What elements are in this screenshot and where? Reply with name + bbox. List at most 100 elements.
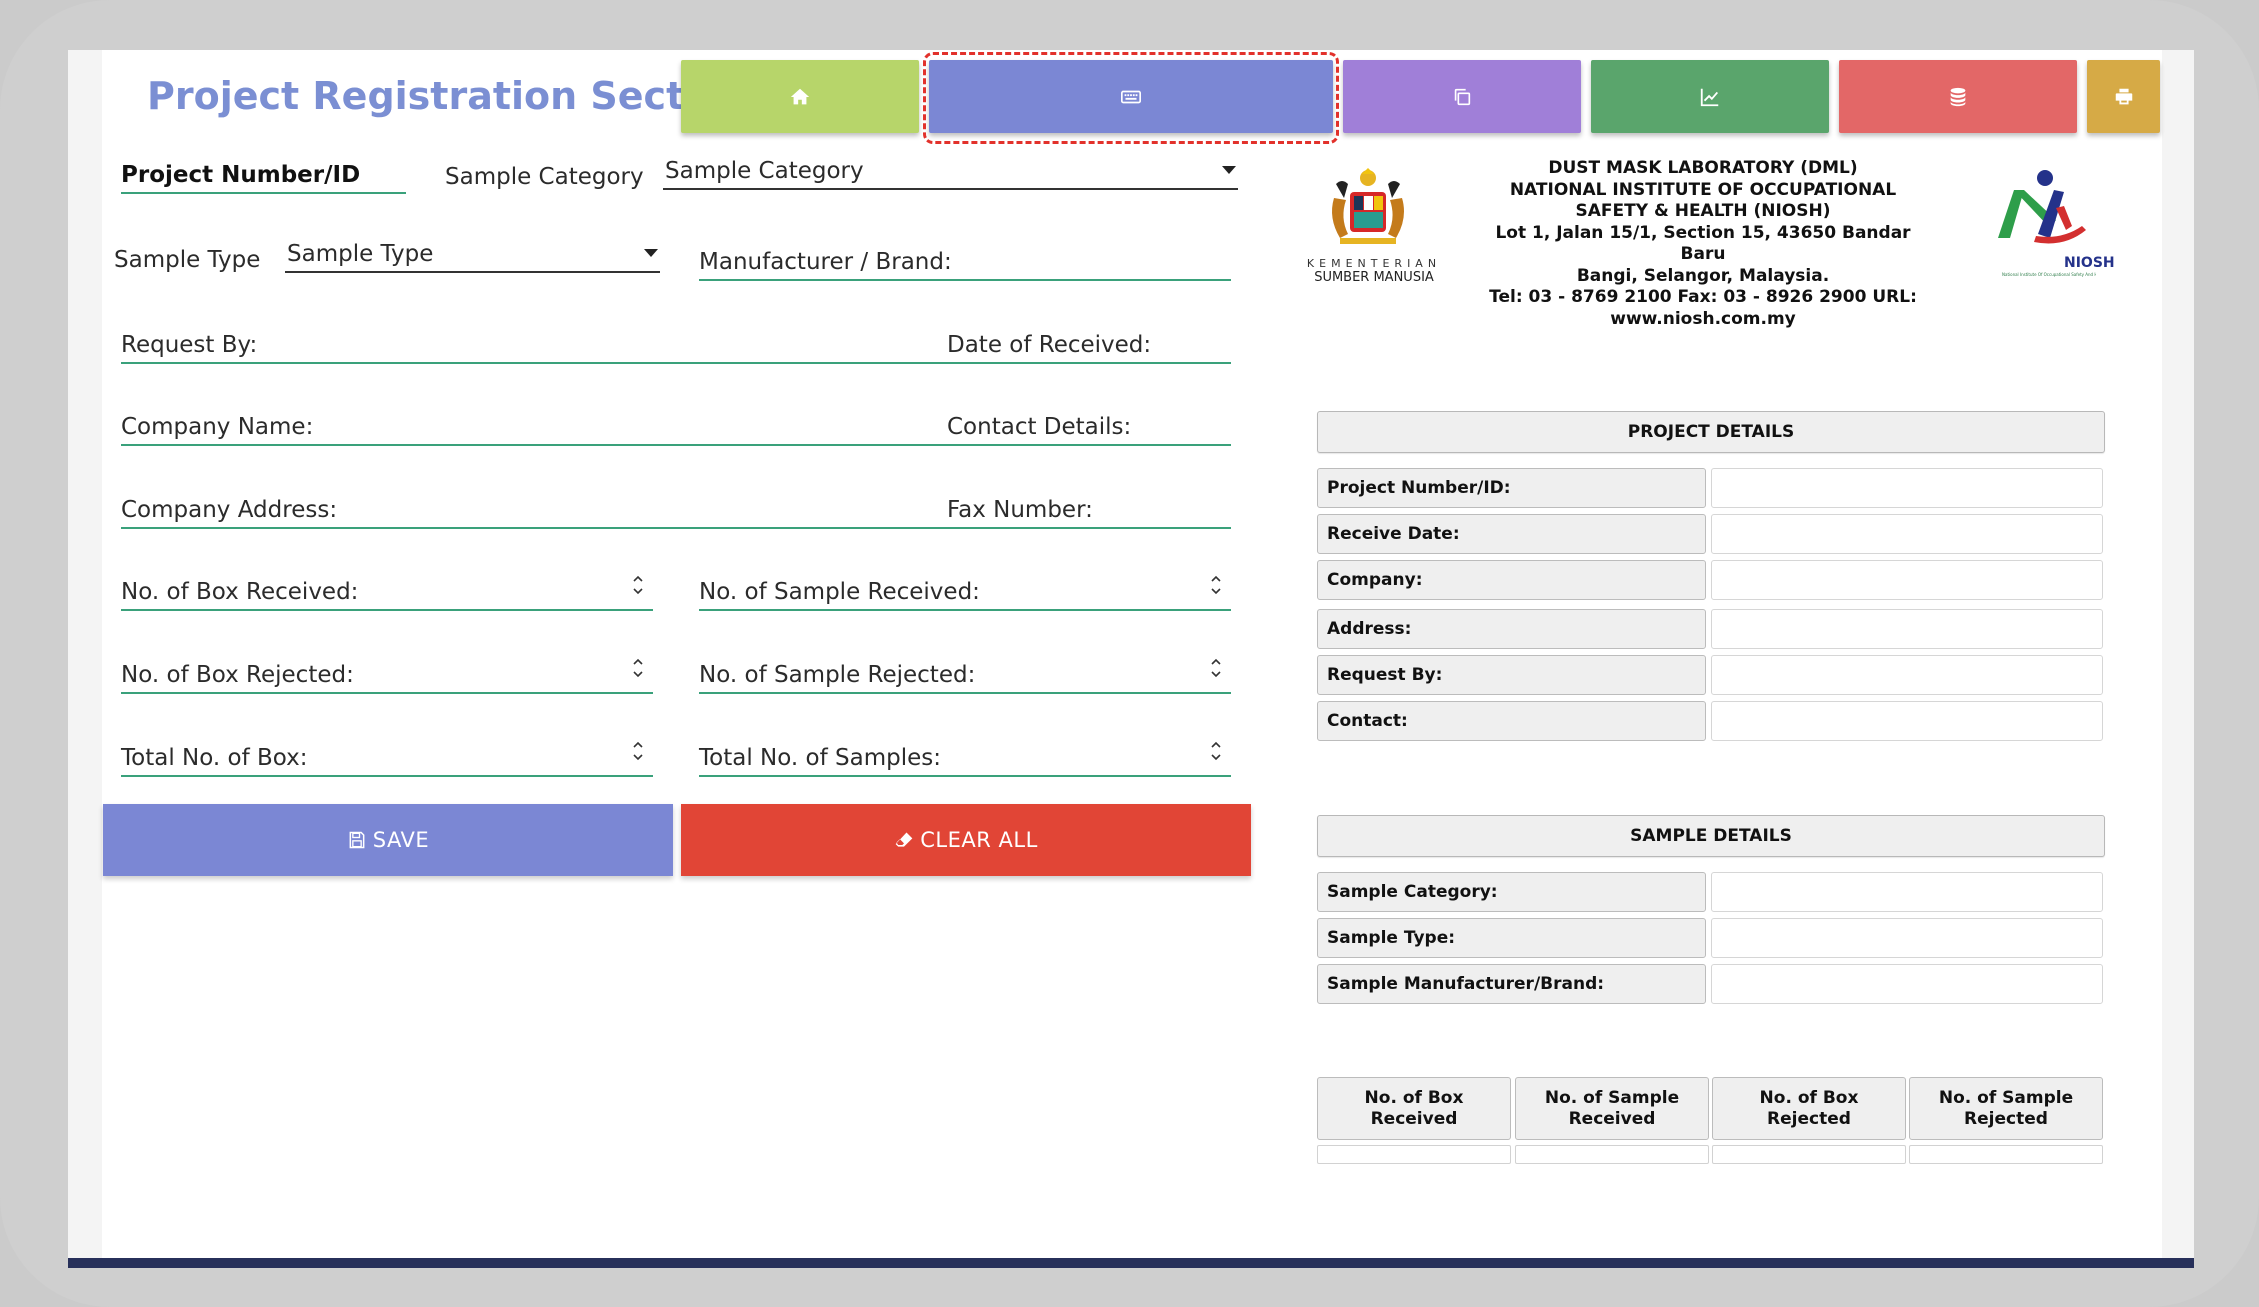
page-title: Project Registration Section [147,74,751,118]
print-icon [2115,88,2132,104]
left-gutter [68,50,102,1268]
sample-rejected-label: No. of Sample Rejected: [699,662,976,688]
contact-details-label: Contact Details: [947,414,1132,440]
company-name-field[interactable]: Company Name: [121,406,970,446]
manufacturer-brand-field[interactable]: Manufacturer / Brand: [699,241,1231,281]
chart-line-icon [1700,88,1719,106]
save-button[interactable]: SAVE [103,804,673,876]
save-label: SAVE [372,828,430,852]
floppy-disk-icon [349,831,365,849]
clear-all-button[interactable]: CLEAR ALL [681,804,1251,876]
request-by-label: Request By: [121,332,258,358]
project-number-field[interactable]: Project Number/ID [121,154,406,194]
nav-chart-button[interactable] [1591,60,1829,133]
sample-category-value: Sample Category [665,158,864,184]
sample-received-column-header: No. of Sample Received [1515,1077,1709,1140]
date-received-field[interactable]: Date of Received: [947,324,1231,364]
contact-row-value [1711,701,2103,741]
sample-manufacturer-row-value [1711,964,2103,1004]
sample-type-value: Sample Type [287,241,434,267]
box-received-field[interactable]: No. of Box Received: [121,571,653,611]
receive-date-row-label: Receive Date: [1317,514,1706,554]
project-details-header: PROJECT DETAILS [1317,411,2105,453]
manufacturer-brand-label: Manufacturer / Brand: [699,249,952,275]
total-samples-field[interactable]: Total No. of Samples: [699,737,1231,777]
home-icon [790,88,810,104]
right-gutter [2162,50,2194,1268]
ministry-line2: SUMBER MANUSIA [1314,270,1434,285]
screen-bottom-edge [68,1258,2194,1268]
keyboard-icon [1121,90,1141,103]
nav-database-button[interactable] [1839,60,2077,133]
sample-category-row-value [1711,872,2103,912]
spinner-icon[interactable] [1209,737,1223,765]
nav-home-button[interactable] [681,60,919,133]
phone-line: Tel: 03 - 8769 2100 Fax: 03 - 8926 2900 … [1489,287,1917,307]
nav-copy-button[interactable] [1343,60,1581,133]
device-frame: Project Registration Section Project Num… [0,0,2259,1307]
sample-received-cell [1515,1145,1709,1164]
caret-down-icon [644,249,658,257]
app-screen: Project Registration Section Project Num… [68,50,2194,1268]
request-by-row-label: Request By: [1317,655,1706,695]
request-by-row-value [1711,655,2103,695]
sample-details-header: SAMPLE DETAILS [1317,815,2105,857]
box-received-label: No. of Box Received: [121,579,359,605]
fax-number-label: Fax Number: [947,497,1093,523]
total-box-label: Total No. of Box: [121,745,308,771]
address-line1: Lot 1, Jalan 15/1, Section 15, 43650 Ban… [1495,222,1911,265]
project-number-label: Project Number/ID [121,162,361,188]
institute-name: NATIONAL INSTITUTE OF OCCUPATIONAL SAFET… [1509,179,1897,222]
company-row-label: Company: [1317,560,1706,600]
sample-rejected-column-header: No. of Sample Rejected [1909,1077,2103,1140]
niosh-logo-text: NIOSH [2064,255,2115,271]
spinner-icon[interactable] [1209,571,1223,599]
total-box-field[interactable]: Total No. of Box: [121,737,653,777]
address-row-value [1711,609,2103,649]
sample-received-field[interactable]: No. of Sample Received: [699,571,1231,611]
malaysia-crest-logo [1332,168,1404,244]
nav-print-button[interactable] [2087,60,2160,133]
date-received-label: Date of Received: [947,332,1152,358]
spinner-icon[interactable] [1209,654,1223,682]
request-by-field[interactable]: Request By: [121,324,970,364]
spinner-icon[interactable] [631,737,645,765]
contact-details-field[interactable]: Contact Details: [947,406,1231,446]
spinner-icon[interactable] [631,654,645,682]
box-received-column-header: No. of Box Received [1317,1077,1511,1140]
url-line: www.niosh.com.my [1610,308,1796,329]
project-number-row-value [1711,468,2103,508]
box-rejected-label: No. of Box Rejected: [121,662,354,688]
box-rejected-field[interactable]: No. of Box Rejected: [121,654,653,694]
sample-type-select[interactable]: Sample Type [285,233,660,273]
spinner-icon[interactable] [631,571,645,599]
total-samples-label: Total No. of Samples: [699,745,941,771]
sample-type-row-value [1711,918,2103,958]
ministry-line1: KEMENTERIAN [1306,257,1442,270]
box-received-cell [1317,1145,1511,1164]
company-name-label: Company Name: [121,414,314,440]
copy-icon [1454,88,1471,105]
sample-type-label: Sample Type [114,247,261,273]
lab-name: DUST MASK LABORATORY (DML) [1548,158,1858,178]
niosh-logo [1998,170,2086,244]
sample-rejected-field[interactable]: No. of Sample Rejected: [699,654,1231,694]
niosh-logo-subtitle: National Institute Of Occupational Safet… [2002,272,2096,277]
address-row-label: Address: [1317,609,1706,649]
box-rejected-column-header: No. of Box Rejected [1712,1077,1906,1140]
nav-keyboard-button[interactable] [929,60,1333,133]
contact-row-label: Contact: [1317,701,1706,741]
sample-category-row-label: Sample Category: [1317,872,1706,912]
address-line2: Bangi, Selangor, Malaysia. [1576,265,1830,286]
company-address-label: Company Address: [121,497,338,523]
lab-header-text: DUST MASK LABORATORY (DML) NATIONAL INST… [1478,158,1928,330]
company-address-field[interactable]: Company Address: [121,489,970,529]
sample-category-select[interactable]: Sample Category [663,150,1238,190]
clear-all-label: CLEAR ALL [920,828,1038,852]
sample-category-label: Sample Category [445,164,644,190]
database-icon [1950,87,1966,106]
company-row-value [1711,560,2103,600]
project-number-row-label: Project Number/ID: [1317,468,1706,508]
fax-number-field[interactable]: Fax Number: [947,489,1231,529]
sample-manufacturer-row-label: Sample Manufacturer/Brand: [1317,964,1706,1004]
